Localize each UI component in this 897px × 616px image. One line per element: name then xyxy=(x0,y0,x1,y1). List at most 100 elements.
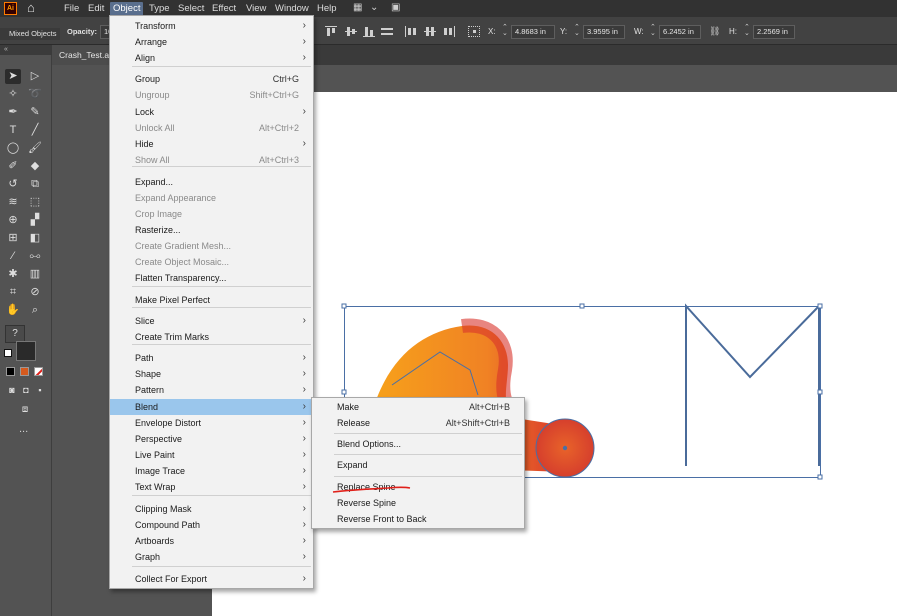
menu-item-label: Shape xyxy=(135,369,162,379)
menu-separator xyxy=(132,495,311,496)
menu-item-pattern[interactable]: Pattern › xyxy=(110,382,313,398)
menu-item-label: Expand xyxy=(337,460,368,470)
menu-item-label: Live Paint xyxy=(135,450,175,460)
menu-item-shortcut: Ctrl+G xyxy=(272,74,299,84)
menu-item-label: Release xyxy=(337,418,371,428)
menu-separator xyxy=(132,566,311,567)
menu-separator xyxy=(132,286,311,287)
menu-item-group[interactable]: Group Ctrl+G xyxy=(110,71,313,87)
chevron-right-icon: › xyxy=(302,106,306,117)
menu-item-text-wrap[interactable]: Text Wrap › xyxy=(110,479,313,495)
chevron-right-icon: › xyxy=(302,352,306,363)
menu-item-graph[interactable]: Graph › xyxy=(110,549,313,565)
chevron-right-icon: › xyxy=(302,481,306,492)
blend-item-make[interactable]: Make Alt+Ctrl+B xyxy=(312,399,524,415)
menu-item-label: Reverse Spine xyxy=(337,498,397,508)
chevron-right-icon: › xyxy=(302,519,306,530)
blend-item-reverse-front-to-back[interactable]: Reverse Front to Back xyxy=(312,511,524,527)
menu-item-label: Arrange xyxy=(135,37,168,47)
menu-item-label: Envelope Distort xyxy=(135,418,202,428)
menu-item-label: Slice xyxy=(135,316,155,326)
menu-item-crop-image[interactable]: Crop Image xyxy=(110,206,313,222)
menu-item-label: Crop Image xyxy=(135,209,183,219)
blend-item-replace-spine[interactable]: Replace Spine xyxy=(312,479,524,495)
blend-item-reverse-spine[interactable]: Reverse Spine xyxy=(312,495,524,511)
menu-item-label: Transform xyxy=(135,21,176,31)
menu-item-label: Artboards xyxy=(135,536,175,546)
chevron-right-icon: › xyxy=(302,449,306,460)
menu-item-label: Ungroup xyxy=(135,90,170,100)
menu-item-create-trim-marks[interactable]: Create Trim Marks xyxy=(110,329,313,345)
menu-item-label: Path xyxy=(135,353,154,363)
menu-item-label: Hide xyxy=(135,139,154,149)
menu-item-label: Make xyxy=(337,402,360,412)
menu-item-expand-appearance[interactable]: Expand Appearance xyxy=(110,190,313,206)
chevron-right-icon: › xyxy=(302,20,306,31)
menu-item-label: Lock xyxy=(135,107,155,117)
menu-item-slice[interactable]: Slice › xyxy=(110,313,313,329)
menu-item-label: Group xyxy=(135,74,161,84)
menu-item-label: Blend Options... xyxy=(337,439,402,449)
menu-item-unlock-all[interactable]: Unlock All Alt+Ctrl+2 xyxy=(110,120,313,136)
menu-item-rasterize[interactable]: Rasterize... xyxy=(110,222,313,238)
menu-item-compound-path[interactable]: Compound Path › xyxy=(110,517,313,533)
menu-separator xyxy=(334,476,522,477)
menu-item-live-paint[interactable]: Live Paint › xyxy=(110,447,313,463)
menu-item-label: Rasterize... xyxy=(135,225,181,235)
menu-item-label: Expand Appearance xyxy=(135,193,217,203)
menu-item-hide[interactable]: Hide › xyxy=(110,136,313,152)
menu-item-image-trace[interactable]: Image Trace › xyxy=(110,463,313,479)
menu-item-make-pixel-perfect[interactable]: Make Pixel Perfect xyxy=(110,292,313,308)
menu-item-label: Pattern xyxy=(135,385,165,395)
chevron-right-icon: › xyxy=(302,535,306,546)
menu-item-label: Show All xyxy=(135,155,170,165)
chevron-right-icon: › xyxy=(302,138,306,149)
menu-item-path[interactable]: Path › xyxy=(110,350,313,366)
chevron-right-icon: › xyxy=(302,384,306,395)
menu-item-label: Image Trace xyxy=(135,466,186,476)
menu-item-label: Perspective xyxy=(135,434,183,444)
chevron-right-icon: › xyxy=(302,551,306,562)
menu-item-transform[interactable]: Transform › xyxy=(110,18,313,34)
menu-item-flatten-transparency[interactable]: Flatten Transparency... xyxy=(110,270,313,286)
menu-item-shape[interactable]: Shape › xyxy=(110,366,313,382)
menu-item-clipping-mask[interactable]: Clipping Mask › xyxy=(110,501,313,517)
menu-item-align[interactable]: Align › xyxy=(110,50,313,66)
menu-item-blend[interactable]: Blend › xyxy=(110,399,313,415)
menu-item-label: Collect For Export xyxy=(135,574,208,584)
menu-item-shortcut: Alt+Ctrl+B xyxy=(468,402,510,412)
blend-item-expand[interactable]: Expand xyxy=(312,457,524,473)
chevron-right-icon: › xyxy=(302,417,306,428)
menu-item-collect-for-export[interactable]: Collect For Export › xyxy=(110,571,313,587)
menu-item-label: Blend xyxy=(135,402,159,412)
blend-item-release[interactable]: Release Alt+Shift+Ctrl+B xyxy=(312,415,524,431)
chevron-right-icon: › xyxy=(302,433,306,444)
object-menu: Transform › Arrange › Align › Group Ctrl+G Ungro… xyxy=(109,15,314,589)
menu-item-label: Create Trim Marks xyxy=(135,332,210,342)
menu-item-label: Align xyxy=(135,53,156,63)
m-path[interactable] xyxy=(685,303,820,466)
menu-item-create-gradient-mesh[interactable]: Create Gradient Mesh... xyxy=(110,238,313,254)
menu-item-show-all[interactable]: Show All Alt+Ctrl+3 xyxy=(110,152,313,168)
menu-item-shortcut: Shift+Ctrl+G xyxy=(249,90,299,100)
menu-item-expand[interactable]: Expand... xyxy=(110,174,313,190)
menu-item-shortcut: Alt+Ctrl+2 xyxy=(258,123,299,133)
menu-item-label: Flatten Transparency... xyxy=(135,273,227,283)
menu-item-label: Clipping Mask xyxy=(135,504,192,514)
chevron-right-icon: › xyxy=(302,503,306,514)
chevron-right-icon: › xyxy=(302,36,306,47)
menu-item-label: Create Object Mosaic... xyxy=(135,257,230,267)
menu-item-arrange[interactable]: Arrange › xyxy=(110,34,313,50)
blend-item-blend-options[interactable]: Blend Options... xyxy=(312,436,524,452)
menu-item-perspective[interactable]: Perspective › xyxy=(110,431,313,447)
menu-item-ungroup[interactable]: Ungroup Shift+Ctrl+G xyxy=(110,87,313,103)
menu-item-artboards[interactable]: Artboards › xyxy=(110,533,313,549)
menu-item-lock[interactable]: Lock › xyxy=(110,104,313,120)
menu-item-label: Graph xyxy=(135,552,161,562)
menu-item-envelope-distort[interactable]: Envelope Distort › xyxy=(110,415,313,431)
chevron-right-icon: › xyxy=(302,315,306,326)
menu-item-create-object-mosaic[interactable]: Create Object Mosaic... xyxy=(110,254,313,270)
menu-separator xyxy=(132,66,311,67)
menu-item-label: Reverse Front to Back xyxy=(337,514,427,524)
menu-item-label: Text Wrap xyxy=(135,482,176,492)
